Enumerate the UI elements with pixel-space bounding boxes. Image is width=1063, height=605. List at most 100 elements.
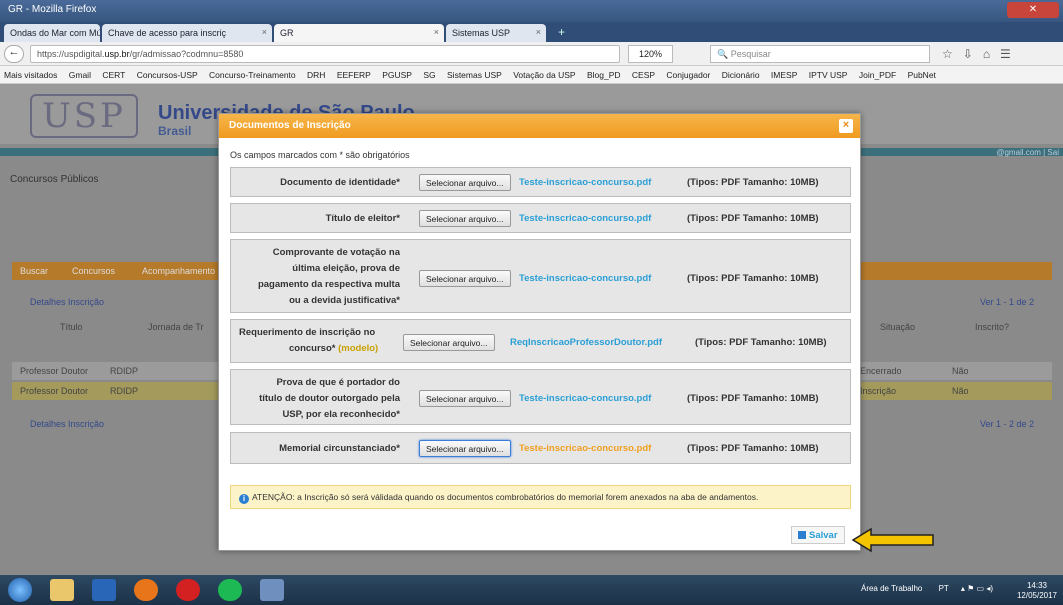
cell-inscrito: Não (952, 386, 969, 396)
field-label: Título de eleitor* (325, 213, 400, 224)
firefox-icon[interactable] (134, 579, 158, 601)
background-pager-bottom: Ver 1 - 2 de 2 (980, 419, 1035, 429)
label-line: USP, por ela reconhecido* (282, 409, 400, 420)
warning-alert: i ATENÇÃO: a Inscrição só será válidada q… (230, 485, 851, 509)
doc-row-memorial: Memorial circunstanciado* Selecionar arq… (230, 432, 851, 464)
file-explorer-icon[interactable] (50, 579, 74, 601)
select-file-button[interactable]: Selecionar arquivo... (403, 334, 495, 351)
desktop-label[interactable]: Área de Trabalho (861, 584, 922, 593)
language-indicator[interactable]: PT (939, 584, 949, 593)
field-label: Requerimento de inscrição no concurso* (… (239, 325, 390, 357)
bookmark-item[interactable]: IPTV USP (809, 70, 848, 80)
tab-sistemas-usp[interactable]: Sistemas USP × (446, 24, 546, 42)
back-button[interactable]: ← (4, 45, 24, 63)
doc-row-comprovante-votacao: Comprovante de votação na última eleição… (230, 239, 851, 313)
url-bar[interactable]: https://uspdigital.usp.br/gr/admissao?co… (30, 45, 620, 63)
modal-header: Documentos de Inscrição × (219, 114, 860, 138)
label-line: ou a devida justificativa* (289, 295, 400, 306)
tab-concursos[interactable]: Concursos (72, 266, 115, 276)
window-titlebar: GR - Mozilla Firefox ✕ (0, 0, 1063, 22)
toolbar-icons[interactable]: ☆⇩⌂☰ (942, 47, 1021, 61)
bookmark-item[interactable]: CESP (632, 70, 655, 80)
close-icon[interactable]: × (262, 27, 267, 37)
bookmark-item[interactable]: Dicionário (722, 70, 760, 80)
select-file-button[interactable]: Selecionar arquivo... (419, 270, 511, 287)
label-line: título de doutor outorgado pela (259, 393, 400, 404)
window-close-button[interactable]: ✕ (1007, 2, 1059, 18)
bookmark-item[interactable]: Concursos-USP (137, 70, 198, 80)
bookmark-item[interactable]: EEFERP (337, 70, 371, 80)
close-icon[interactable]: × (434, 27, 439, 37)
select-file-button[interactable]: Selecionar arquivo... (419, 210, 511, 227)
tab-label: Ondas do Mar com Músi (10, 28, 100, 38)
field-label: Prova de que é portador do título de dou… (259, 375, 400, 423)
clock-date: 12/05/2017 (1016, 591, 1057, 600)
bookmark-item[interactable]: SG (423, 70, 435, 80)
label-line: Prova de que é portador do (276, 377, 400, 388)
label-line: Comprovante de votação na (272, 247, 400, 258)
bookmark-item[interactable]: PubNet (908, 70, 936, 80)
bookmark-item[interactable]: CERT (102, 70, 125, 80)
tab-chave-acesso[interactable]: Chave de acesso para inscriç × (102, 24, 272, 42)
bookmark-item[interactable]: Votação da USP (513, 70, 575, 80)
bookmark-item[interactable]: Gmail (69, 70, 91, 80)
close-icon[interactable]: × (839, 119, 853, 133)
url-domain: usp.br (104, 49, 130, 59)
taskbar: Área de Trabalho PT ▴ ⚑ ▭ ◂) 14:33 12/05… (0, 575, 1063, 605)
tab-gr[interactable]: GR × (274, 24, 444, 42)
tab-ondas[interactable]: Ondas do Mar com Músi (4, 24, 100, 42)
spotify-icon[interactable] (218, 579, 242, 601)
bookmark-item[interactable]: IMESP (771, 70, 797, 80)
zoom-indicator[interactable]: 120% (628, 45, 674, 63)
system-tray: Área de Trabalho PT ▴ ⚑ ▭ ◂) (861, 584, 993, 593)
bookmark-item[interactable]: Join_PDF (859, 70, 896, 80)
save-button[interactable]: Salvar (791, 526, 845, 544)
cell-jornada: RDIDP (110, 386, 139, 396)
documents-modal: Documentos de Inscrição × Os campos marc… (218, 113, 861, 551)
bookmark-item[interactable]: Conjugador (666, 70, 710, 80)
file-types-hint: (Tipos: PDF Tamanho: 10MB) (687, 443, 819, 454)
modelo-link[interactable]: (modelo) (338, 343, 378, 354)
file-types-hint: (Tipos: PDF Tamanho: 10MB) (687, 273, 819, 284)
tab-label: Sistemas USP (452, 28, 511, 38)
usp-logo: USP (30, 94, 138, 138)
bookmark-item[interactable]: Blog_PD (587, 70, 621, 80)
new-tab-icon[interactable]: + (558, 25, 565, 39)
close-icon[interactable]: × (536, 27, 541, 37)
app-icon[interactable] (260, 579, 284, 601)
select-file-button[interactable]: Selecionar arquivo... (419, 174, 511, 191)
selected-file-name: Teste-inscricao-concurso.pdf (519, 393, 652, 404)
selected-file-name: Teste-inscricao-concurso.pdf (519, 213, 652, 224)
doc-row-identidade: Documento de identidade* Selecionar arqu… (230, 167, 851, 197)
bookmark-item[interactable]: PGUSP (382, 70, 412, 80)
tray-icons[interactable]: ▴ ⚑ ▭ ◂) (961, 584, 993, 593)
bookmark-item[interactable]: DRH (307, 70, 325, 80)
select-file-button[interactable]: Selecionar arquivo... (419, 440, 511, 457)
opera-icon[interactable] (176, 579, 200, 601)
required-note: Os campos marcados com * são obrigatório… (230, 150, 410, 160)
label-line: concurso* (289, 343, 336, 354)
clock[interactable]: 14:33 12/05/2017 (1017, 581, 1057, 601)
background-actions[interactable]: Detalhes Inscrição (30, 297, 104, 307)
start-button[interactable] (8, 578, 32, 602)
background-actions-bottom[interactable]: Detalhes Inscrição (30, 419, 104, 429)
cell-situacao: Encerrado (860, 366, 902, 376)
annotation-arrow-icon (851, 527, 934, 553)
file-types-hint: (Tipos: PDF Tamanho: 10MB) (695, 337, 827, 348)
bookmark-item[interactable]: Sistemas USP (447, 70, 502, 80)
select-file-button[interactable]: Selecionar arquivo... (419, 390, 511, 407)
tab-acompanhamento[interactable]: Acompanhamento (142, 266, 215, 276)
user-email[interactable]: @gmail.com | Sai (996, 148, 1059, 157)
tab-buscar[interactable]: Buscar (20, 266, 48, 276)
search-input[interactable]: 🔍 Pesquisar (710, 45, 930, 63)
label-line: pagamento da respectiva multa (257, 279, 400, 290)
bookmarks-bar: Mais visitados Gmail CERT Concursos-USP … (0, 66, 1063, 84)
cell-situacao: Inscrição (860, 386, 897, 396)
outlook-icon[interactable] (92, 579, 116, 601)
cell-titulo: Professor Doutor (20, 386, 89, 396)
clock-time: 14:33 (1026, 581, 1047, 590)
field-label: Comprovante de votação na última eleição… (258, 245, 400, 309)
bookmark-item[interactable]: Concurso-Treinamento (209, 70, 296, 80)
warning-text: ATENÇÃO: a Inscrição só será válidada qu… (252, 492, 759, 502)
bookmark-item[interactable]: Mais visitados (4, 70, 57, 80)
